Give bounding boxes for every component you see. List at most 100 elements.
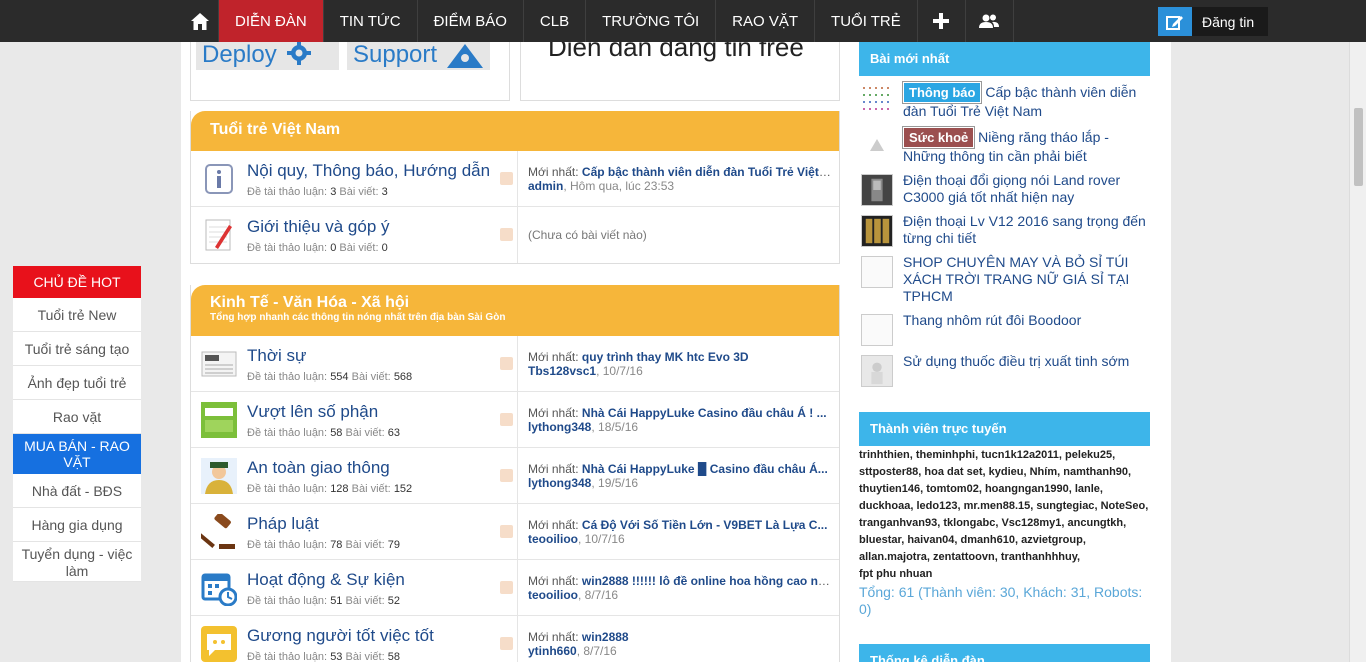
- online-user-link[interactable]: ancungtkh: [1068, 517, 1124, 529]
- nav-plus[interactable]: [918, 0, 966, 42]
- online-user-link[interactable]: hoa dat set: [924, 466, 982, 478]
- latest-post-user[interactable]: teooilioo: [528, 588, 578, 602]
- online-user-link[interactable]: haivan04: [907, 534, 954, 546]
- online-user-link[interactable]: zentattoovn: [933, 551, 995, 563]
- online-user-link[interactable]: tranganhvan93: [859, 517, 937, 529]
- latest-post-link[interactable]: Cá Độ Với Số Tiền Lớn - V9BET Là Lựa C..…: [582, 518, 828, 532]
- hot-link-rao-vat[interactable]: Rao vặt: [13, 400, 141, 434]
- online-user-link[interactable]: lanle: [1075, 483, 1100, 495]
- post-badge[interactable]: Sức khoẻ: [901, 126, 976, 149]
- post-button[interactable]: Đăng tin: [1158, 7, 1269, 36]
- page-scrollbar[interactable]: [1349, 42, 1366, 662]
- nav-members[interactable]: [966, 0, 1014, 42]
- rss-icon[interactable]: [500, 228, 513, 241]
- online-user-link[interactable]: kydieu: [989, 466, 1024, 478]
- forum-name[interactable]: Nội quy, Thông báo, Hướng dẫn: [247, 161, 490, 181]
- banner-tile-support[interactable]: Support: [347, 42, 490, 70]
- forum-name[interactable]: An toàn giao thông: [247, 458, 390, 478]
- online-user-link[interactable]: fpt phu nhuan: [859, 568, 932, 580]
- latest-post-user[interactable]: admin: [528, 179, 563, 193]
- latest-post-link[interactable]: win2888: [582, 630, 629, 644]
- latest-post: Mới nhất: win2888 ytinh660, 8/7/16: [528, 630, 629, 658]
- online-user-link[interactable]: sttposter88: [859, 466, 918, 478]
- latest-post-user[interactable]: Tbs128vsc1: [528, 364, 596, 378]
- forum-name[interactable]: Thời sự: [247, 346, 306, 366]
- online-user-link[interactable]: sungtegiac: [1036, 500, 1094, 512]
- online-user-link[interactable]: bluestar: [859, 534, 901, 546]
- rss-icon[interactable]: [500, 413, 513, 426]
- online-user-link[interactable]: tomtom02: [926, 483, 979, 495]
- latest-post-link[interactable]: win2888 !!!!!! lô đề online hoa hồng cao…: [582, 574, 831, 588]
- online-user-link[interactable]: duckhoaa: [859, 500, 910, 512]
- latest-post-title[interactable]: Điện thoại đổi giọng nói Land rover C300…: [903, 172, 1120, 205]
- latest-post-link[interactable]: Cấp bậc thành viên diễn đàn Tuổi Trẻ Việ…: [582, 165, 831, 179]
- online-user-link[interactable]: allan.majotra: [859, 551, 927, 563]
- latest-post-user[interactable]: ytinh660: [528, 644, 577, 658]
- online-user-link[interactable]: Vsc128my1: [1001, 517, 1061, 529]
- online-user-link[interactable]: mr.men88.15: [964, 500, 1031, 512]
- online-user-link[interactable]: NoteSeo: [1101, 500, 1146, 512]
- latest-post-item[interactable]: Sử dụng thuốc điều trị xuất tinh sớm: [859, 353, 1150, 387]
- online-user-link[interactable]: thuytien146: [859, 483, 920, 495]
- nav-dien-dan[interactable]: DIỄN ĐÀN: [219, 0, 324, 42]
- online-user-link[interactable]: trinhthien: [859, 449, 910, 461]
- forum-name[interactable]: Pháp luật: [247, 514, 319, 534]
- latest-post-user[interactable]: lythong348: [528, 476, 591, 490]
- latest-post-user[interactable]: teooilioo: [528, 532, 578, 546]
- online-user-link[interactable]: theminhphi: [916, 449, 975, 461]
- online-user-link[interactable]: tranthanhhhuy: [1001, 551, 1077, 563]
- latest-post-item[interactable]: SHOP CHUYÊN MAY VÀ BỎ SỈ TÚI XÁCH TRỜI T…: [859, 254, 1150, 305]
- rss-icon[interactable]: [500, 469, 513, 482]
- rss-icon[interactable]: [500, 357, 513, 370]
- latest-post-link[interactable]: quy trình thay MK htc Evo 3D: [582, 350, 749, 364]
- latest-post-title[interactable]: Thang nhôm rút đôi Boodoor: [903, 312, 1081, 328]
- forum-name[interactable]: Giới thiệu và góp ý: [247, 217, 390, 237]
- nav-diem-bao[interactable]: ĐIỂM BÁO: [418, 0, 524, 42]
- rss-icon[interactable]: [500, 581, 513, 594]
- latest-post-title[interactable]: Điện thoại Lv V12 2016 sang trọng đến từ…: [903, 213, 1146, 246]
- latest-post-title[interactable]: Sử dụng thuốc điều trị xuất tinh sớm: [903, 353, 1129, 369]
- hot-link-nha-dat[interactable]: Nhà đất - BĐS: [13, 474, 141, 508]
- nav-truong-toi[interactable]: TRƯỜNG TÔI: [586, 0, 717, 42]
- banner-tile-deploy[interactable]: Deploy: [196, 42, 339, 70]
- nav-home[interactable]: [181, 0, 219, 42]
- latest-post-item[interactable]: Thang nhôm rút đôi Boodoor: [859, 312, 1150, 346]
- online-user-link[interactable]: tklongabc: [943, 517, 995, 529]
- category-header[interactable]: Tuổi trẻ Việt Nam: [191, 111, 839, 151]
- latest-post-item[interactable]: Sức khoẻ Niềng răng tháo lắp - Những thô…: [859, 126, 1150, 165]
- nav-tuoi-tre[interactable]: TUỔI TRẺ: [815, 0, 918, 42]
- latest-post-link[interactable]: Nhà Cái HappyLuke Casino đầu châu Á ! ..…: [582, 406, 827, 420]
- rss-icon[interactable]: [500, 637, 513, 650]
- hot-link-anh-dep[interactable]: Ảnh đẹp tuổi trẻ: [13, 366, 141, 400]
- latest-post-title[interactable]: SHOP CHUYÊN MAY VÀ BỎ SỈ TÚI XÁCH TRỜI T…: [903, 254, 1129, 304]
- online-user-link[interactable]: namthanh90: [1063, 466, 1128, 478]
- online-user-link[interactable]: ledo123: [916, 500, 957, 512]
- latest-post-item[interactable]: Thông báo Cấp bậc thành viên diễn đàn Tu…: [859, 81, 1150, 120]
- online-user-link[interactable]: Nhím: [1030, 466, 1058, 478]
- online-user-link[interactable]: peleku25: [1065, 449, 1112, 461]
- online-user-link[interactable]: hoangngan1990: [985, 483, 1069, 495]
- latest-post-item[interactable]: Điện thoại Lv V12 2016 sang trọng đến từ…: [859, 213, 1150, 247]
- forum-name[interactable]: Gương người tốt việc tốt: [247, 626, 434, 646]
- forum-name[interactable]: Hoạt động & Sự kiện: [247, 570, 405, 590]
- online-user-link[interactable]: azvietgroup: [1021, 534, 1083, 546]
- latest-post-time: 8/7/16: [583, 644, 617, 658]
- online-user-link[interactable]: tucn1k12a2011: [981, 449, 1059, 461]
- nav-clb[interactable]: CLB: [524, 0, 587, 42]
- category-header[interactable]: Kinh Tế - Văn Hóa - Xã hội Tổng hợp nhan…: [191, 285, 839, 336]
- hot-link-tuyen-dung[interactable]: Tuyển dụng - việc làm: [13, 542, 141, 582]
- post-badge[interactable]: Thông báo: [901, 81, 983, 104]
- rss-icon[interactable]: [500, 172, 513, 185]
- latest-post-link[interactable]: Nhà Cái HappyLuke █ Casino đầu châu Á...: [582, 462, 828, 476]
- hot-link-hang-gia-dung[interactable]: Hàng gia dụng: [13, 508, 141, 542]
- rss-icon[interactable]: [500, 525, 513, 538]
- hot-link-tuoi-tre-sang-tao[interactable]: Tuổi trẻ sáng tạo: [13, 332, 141, 366]
- latest-post-item[interactable]: Điện thoại đổi giọng nói Land rover C300…: [859, 172, 1150, 206]
- nav-tin-tuc[interactable]: TIN TỨC: [324, 0, 418, 42]
- latest-post-user[interactable]: lythong348: [528, 420, 591, 434]
- scrollbar-thumb[interactable]: [1354, 108, 1363, 186]
- hot-link-tuoi-tre-new[interactable]: Tuổi trẻ New: [13, 298, 141, 332]
- forum-name[interactable]: Vượt lên số phận: [247, 402, 378, 422]
- nav-rao-vat[interactable]: RAO VẶT: [716, 0, 816, 42]
- online-user-link[interactable]: dmanh610: [961, 534, 1015, 546]
